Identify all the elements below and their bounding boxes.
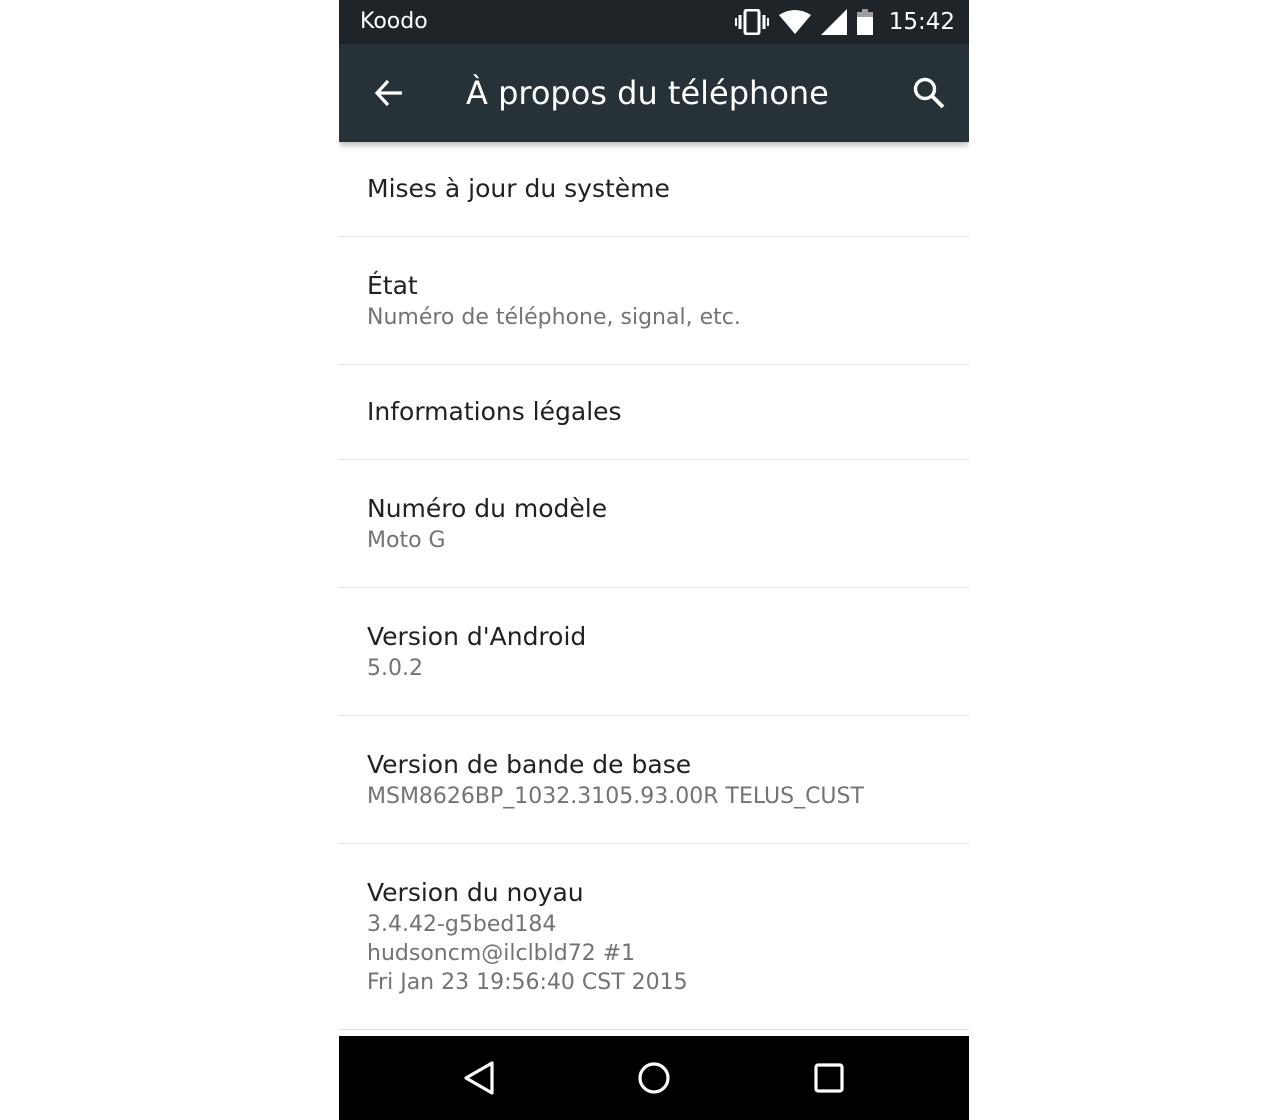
- back-triangle-icon: [464, 1061, 494, 1095]
- item-summary-line: 3.4.42-g5bed184: [367, 912, 557, 937]
- item-title: Version de bande de base: [367, 750, 692, 779]
- list-item-android-version[interactable]: Version d'Android 5.0.2: [339, 588, 969, 716]
- clock: 15:42: [888, 9, 955, 35]
- item-summary-line: hudsoncm@ilclbld72 #1: [367, 941, 636, 966]
- search-button[interactable]: [905, 69, 953, 117]
- search-icon: [913, 77, 945, 109]
- item-summary: MSM8626BP_1032.3105.93.00R TELUS_CUST: [367, 784, 864, 809]
- home-circle-icon: [638, 1062, 670, 1094]
- list-item-system-updates[interactable]: Mises à jour du système: [339, 142, 969, 237]
- back-button[interactable]: [365, 69, 413, 117]
- navigation-bar: [339, 1036, 969, 1120]
- app-bar: À propos du téléphone: [339, 44, 969, 142]
- list-item-model-number[interactable]: Numéro du modèle Moto G: [339, 460, 969, 588]
- status-bar: Koodo 15:42: [339, 0, 969, 44]
- nav-home-button[interactable]: [626, 1054, 682, 1102]
- item-title: Informations légales: [367, 397, 622, 426]
- nav-back-button[interactable]: [451, 1054, 507, 1102]
- item-title: Numéro du modèle: [367, 494, 608, 523]
- status-icons: 15:42: [734, 6, 955, 38]
- carrier-name: Koodo: [360, 9, 428, 34]
- nav-recents-button[interactable]: [801, 1054, 857, 1102]
- page-title: À propos du téléphone: [466, 74, 829, 112]
- item-title: Version d'Android: [367, 622, 587, 651]
- wifi-icon: [778, 10, 811, 34]
- list-item-status[interactable]: État Numéro de téléphone, signal, etc.: [339, 237, 969, 365]
- arrow-back-icon: [374, 79, 402, 107]
- item-title: Mises à jour du système: [367, 174, 670, 203]
- item-summary: Moto G: [367, 528, 446, 553]
- battery-icon: [856, 9, 873, 35]
- item-title: État: [367, 271, 418, 300]
- list-item-legal-info[interactable]: Informations légales: [339, 365, 969, 460]
- recents-square-icon: [814, 1063, 844, 1093]
- item-title: Version du noyau: [367, 878, 584, 907]
- list-item-baseband-version[interactable]: Version de bande de base MSM8626BP_1032.…: [339, 716, 969, 844]
- item-summary: Numéro de téléphone, signal, etc.: [367, 305, 741, 330]
- item-summary-line: Fri Jan 23 19:56:40 CST 2015: [367, 970, 688, 995]
- settings-list: Mises à jour du système État Numéro de t…: [339, 142, 969, 1030]
- item-summary: 5.0.2: [367, 656, 423, 681]
- vibrate-icon: [734, 9, 769, 35]
- cell-signal-icon: [820, 9, 847, 35]
- list-item-kernel-version[interactable]: Version du noyau 3.4.42-g5bed184 hudsonc…: [339, 844, 969, 1030]
- phone-screen: Koodo 15:42 À propos du téléphone Mises …: [339, 0, 969, 1120]
